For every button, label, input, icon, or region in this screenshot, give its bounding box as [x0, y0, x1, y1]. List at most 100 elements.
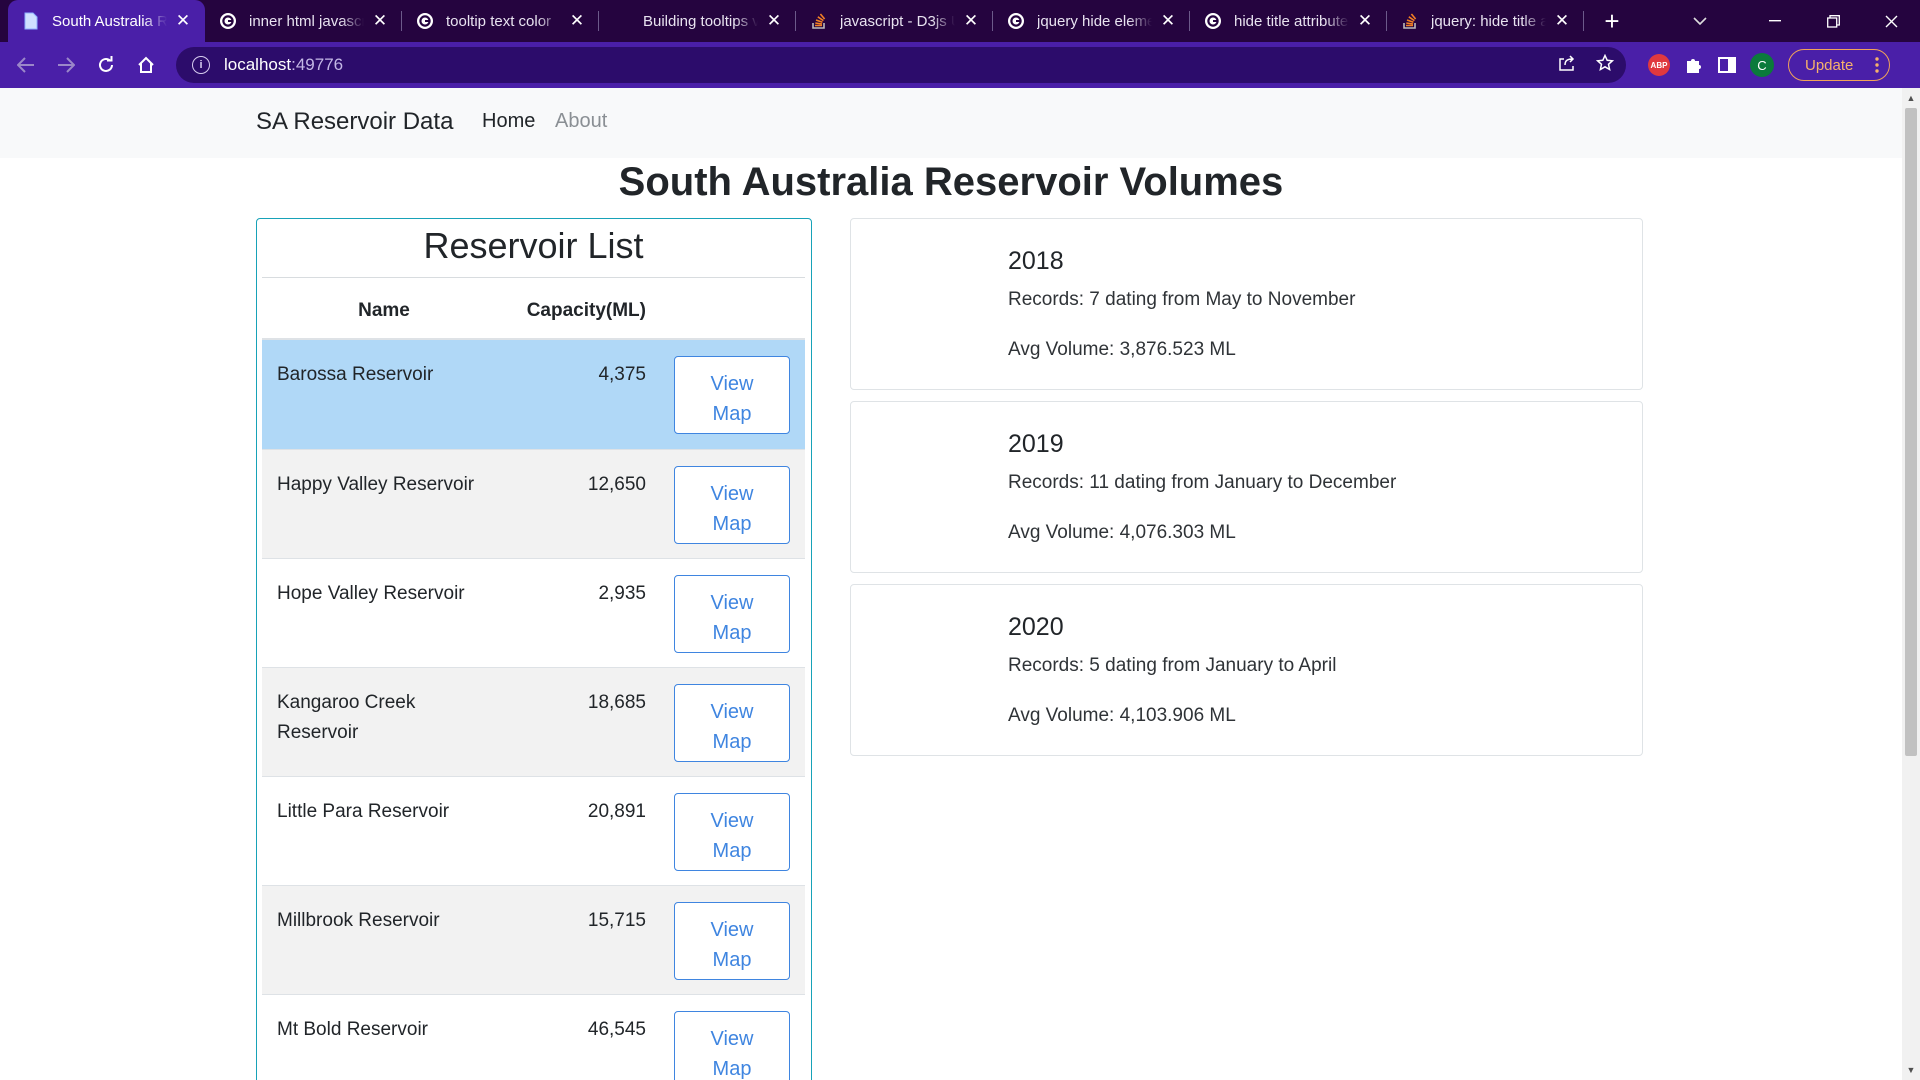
stackoverflow-icon [1401, 12, 1419, 30]
profile-avatar[interactable]: C [1750, 53, 1774, 77]
table-row[interactable]: Mt Bold Reservoir 46,545 View Map [262, 994, 805, 1080]
tab-title: jquery: hide title a [1431, 12, 1546, 30]
update-button[interactable]: Update [1788, 49, 1890, 81]
google-icon [1007, 12, 1025, 30]
browser-tab[interactable]: jquery hide eleme ✕ [993, 0, 1190, 42]
browser-tab[interactable]: Building tooltips v ✕ [599, 0, 796, 42]
browser-tabstrip: South Australia Re ✕ inner html javascr ✕ to… [0, 0, 1920, 42]
new-tab-button[interactable]: + [1592, 0, 1632, 42]
restore-icon[interactable] [1804, 0, 1862, 42]
close-tab-icon[interactable]: ✕ [1158, 11, 1178, 31]
browser-toolbar: i localhost:49776 ABP C Update [0, 42, 1920, 88]
reservoir-capacity: 20,891 [587, 801, 646, 822]
reservoir-capacity: 12,650 [587, 474, 646, 495]
nav-about-link[interactable]: About [555, 110, 607, 133]
year-summary-card: 2018 Records: 7 dating from May to Novemb… [850, 218, 1643, 390]
reservoir-name: Millbrook Reservoir [277, 910, 440, 931]
home-icon[interactable] [126, 45, 166, 85]
table-row[interactable]: Kangaroo Creek Reservoir 18,685 View Map [262, 667, 805, 776]
bookmark-star-icon[interactable] [1595, 53, 1615, 77]
reservoir-name: Hope Valley Reservoir [277, 583, 465, 604]
google-icon [1204, 12, 1222, 30]
view-map-button[interactable]: View Map [674, 466, 790, 544]
forward-icon[interactable] [46, 45, 86, 85]
kebab-menu-icon [1875, 57, 1879, 73]
window-controls [1746, 0, 1920, 42]
adblock-icon[interactable]: ABP [1648, 54, 1670, 76]
reservoir-capacity: 15,715 [587, 910, 646, 931]
reservoir-capacity: 4,375 [598, 364, 646, 385]
scroll-up-icon[interactable]: ▲ [1902, 90, 1920, 106]
table-row[interactable]: Hope Valley Reservoir 2,935 View Map [262, 558, 805, 667]
page-scrollbar[interactable]: ▲ ▼ [1902, 88, 1920, 1080]
address-bar-actions [1558, 47, 1615, 83]
address-port: :49776 [291, 55, 344, 74]
google-icon [416, 12, 434, 30]
close-tab-icon[interactable]: ✕ [1355, 11, 1375, 31]
close-tab-icon[interactable]: ✕ [961, 11, 981, 31]
browser-tab[interactable]: hide title attribute ✕ [1190, 0, 1387, 42]
reservoir-name: Little Para Reservoir [277, 801, 450, 822]
reservoir-capacity: 2,935 [598, 583, 646, 604]
reservoir-capacity: 46,545 [587, 1019, 646, 1040]
close-tab-icon[interactable]: ✕ [567, 11, 587, 31]
browser-tab[interactable]: jquery: hide title a ✕ [1387, 0, 1584, 42]
view-map-button[interactable]: View Map [674, 684, 790, 762]
year-avg-volume: Avg Volume: 3,876.523 ML [1008, 339, 1236, 360]
view-map-label-line2: Map [712, 731, 752, 753]
browser-tab[interactable]: inner html javascr ✕ [205, 0, 402, 42]
view-map-label-line1: View [710, 483, 754, 505]
close-window-icon[interactable] [1862, 0, 1920, 42]
close-tab-icon[interactable]: ✕ [764, 11, 784, 31]
reservoir-name: Mt Bold Reservoir [277, 1019, 428, 1040]
scrollbar-thumb[interactable] [1905, 108, 1917, 756]
share-icon[interactable] [1558, 54, 1576, 77]
year-records-text: Records: 11 dating from January to Decem… [1008, 472, 1397, 493]
page-viewport: SA Reservoir Data Home About South Austr… [0, 88, 1902, 1080]
close-tab-icon[interactable]: ✕ [173, 11, 193, 31]
table-row[interactable]: Little Para Reservoir 20,891 View Map [262, 776, 805, 885]
browser-tab[interactable]: tooltip text color ✕ [402, 0, 599, 42]
site-info-icon[interactable]: i [192, 56, 210, 74]
view-map-button[interactable]: View Map [674, 1011, 790, 1080]
tab-separator [1583, 11, 1584, 31]
table-row[interactable]: Barossa Reservoir 4,375 View Map [262, 340, 805, 449]
reservoir-table-body: Barossa Reservoir 4,375 View Map Happy Valle… [262, 340, 805, 1080]
tab-title: inner html javascr [249, 12, 364, 30]
tab-title: hide title attribute [1234, 12, 1349, 30]
minimize-icon[interactable] [1746, 0, 1804, 42]
year-records-text: Records: 5 dating from January to April [1008, 655, 1337, 676]
extensions-puzzle-icon[interactable] [1684, 55, 1704, 75]
browser-tab[interactable]: javascript - D3js U ✕ [796, 0, 993, 42]
view-map-label-line2: Map [712, 840, 752, 862]
column-header-capacity: Capacity(ML) [526, 300, 646, 321]
year-heading: 2019 [1008, 430, 1064, 458]
reload-icon[interactable] [86, 45, 126, 85]
tab-title: javascript - D3js U [840, 12, 955, 30]
view-map-button[interactable]: View Map [674, 902, 790, 980]
site-brand[interactable]: SA Reservoir Data [256, 108, 453, 136]
tab-title: tooltip text color [446, 12, 552, 30]
year-heading: 2020 [1008, 613, 1064, 641]
back-icon[interactable] [6, 45, 46, 85]
year-avg-volume: Avg Volume: 4,076.303 ML [1008, 522, 1236, 543]
view-map-button[interactable]: View Map [674, 793, 790, 871]
year-summary-card: 2020 Records: 5 dating from January to Ap… [850, 584, 1643, 756]
address-host: localhost [224, 55, 292, 74]
table-row[interactable]: Millbrook Reservoir 15,715 View Map [262, 885, 805, 994]
close-tab-icon[interactable]: ✕ [370, 11, 390, 31]
browser-tab[interactable]: South Australia Re ✕ [8, 0, 205, 42]
reservoir-name: Barossa Reservoir [277, 364, 434, 385]
scroll-down-icon[interactable]: ▼ [1902, 1062, 1920, 1078]
favicon-placeholder [613, 12, 631, 30]
table-header: Name Capacity(ML) [262, 278, 805, 340]
view-map-button[interactable]: View Map [674, 575, 790, 653]
google-icon [219, 12, 237, 30]
address-bar[interactable]: i localhost:49776 [176, 47, 1626, 83]
side-panel-icon[interactable] [1718, 56, 1736, 74]
table-row[interactable]: Happy Valley Reservoir 12,650 View Map [262, 449, 805, 558]
tab-search-icon[interactable] [1680, 0, 1720, 42]
nav-home-link[interactable]: Home [482, 110, 535, 133]
close-tab-icon[interactable]: ✕ [1552, 11, 1572, 31]
view-map-button[interactable]: View Map [674, 356, 790, 434]
